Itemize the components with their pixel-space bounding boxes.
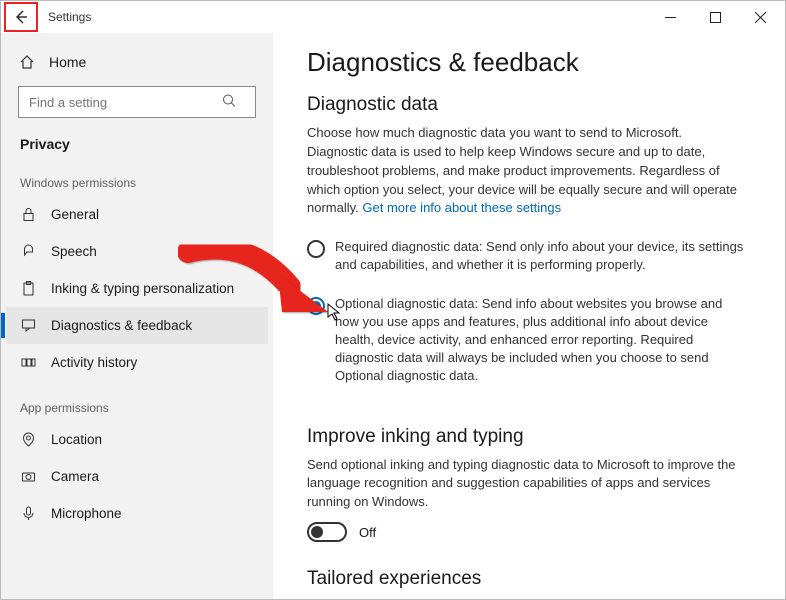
app-title: Settings [48,10,91,24]
sidebar: Home Privacy Windows permissions General… [1,33,273,599]
toggle-state-label: Off [359,525,376,540]
nav-label: Camera [51,469,99,484]
page-title: Diagnostics & feedback [307,47,745,78]
more-info-link[interactable]: Get more info about these settings [362,200,561,215]
sidebar-item-activity[interactable]: Activity history [6,344,268,381]
radio-optional-row[interactable]: Optional diagnostic data: Send info abou… [307,289,745,400]
search-input[interactable] [18,86,256,118]
minimize-button[interactable] [648,2,693,32]
radio-required[interactable] [307,240,325,258]
camera-icon [20,468,37,485]
location-icon [20,431,37,448]
nav-label: Microphone [51,506,122,521]
sidebar-item-general[interactable]: General [6,196,268,233]
nav-label: Diagnostics & feedback [51,318,192,333]
feedback-icon [20,317,37,334]
sidebar-section-title: Privacy [6,124,268,156]
content-pane: Diagnostics & feedback Diagnostic data C… [273,33,785,599]
search-row [18,86,256,118]
radio-required-label: Required diagnostic data: Send only info… [335,238,745,274]
sidebar-item-camera[interactable]: Camera [6,458,268,495]
radio-optional-label: Optional diagnostic data: Send info abou… [335,295,745,386]
nav-label: Location [51,432,102,447]
back-button[interactable] [7,5,35,29]
toggle-knob [311,526,323,538]
microphone-icon [20,505,37,522]
nav-label: Activity history [51,355,137,370]
group-app-permissions: App permissions [6,381,268,421]
radio-optional[interactable] [307,297,325,315]
nav-label: General [51,207,99,222]
inking-toggle-row: Off [307,522,745,542]
inking-toggle[interactable] [307,522,347,542]
diagnostic-radio-group: Required diagnostic data: Send only info… [307,232,745,399]
diagnostic-description: Choose how much diagnostic data you want… [307,124,745,218]
sidebar-item-microphone[interactable]: Microphone [6,495,268,532]
improve-inking-description: Send optional inking and typing diagnost… [307,456,745,513]
sidebar-item-location[interactable]: Location [6,421,268,458]
home-icon [18,53,35,70]
section-improve-inking: Improve inking and typing [307,426,745,448]
sidebar-home[interactable]: Home [6,47,268,76]
sidebar-item-inking[interactable]: Inking & typing personalization [6,270,268,307]
section-diagnostic-data: Diagnostic data [307,94,745,116]
title-bar: Settings [1,1,785,33]
speech-icon [20,243,37,260]
sidebar-item-speech[interactable]: Speech [6,233,268,270]
clipboard-icon [20,280,37,297]
close-button[interactable] [738,2,783,32]
window-controls [648,2,783,32]
search-icon [222,94,236,111]
back-highlight-box [4,2,38,32]
nav-label: Speech [51,244,97,259]
radio-required-row[interactable]: Required diagnostic data: Send only info… [307,232,745,288]
activity-icon [20,354,37,371]
nav-label: Inking & typing personalization [51,281,234,296]
home-label: Home [49,54,86,70]
tailored-description: Let Microsoft use your diagnostic data, … [307,598,745,599]
maximize-button[interactable] [693,2,738,32]
lock-icon [20,206,37,223]
main-container: Home Privacy Windows permissions General… [1,33,785,599]
section-tailored: Tailored experiences [307,568,745,590]
sidebar-item-diagnostics[interactable]: Diagnostics & feedback [6,307,268,344]
group-windows-permissions: Windows permissions [6,156,268,196]
arrow-left-icon [13,9,30,26]
